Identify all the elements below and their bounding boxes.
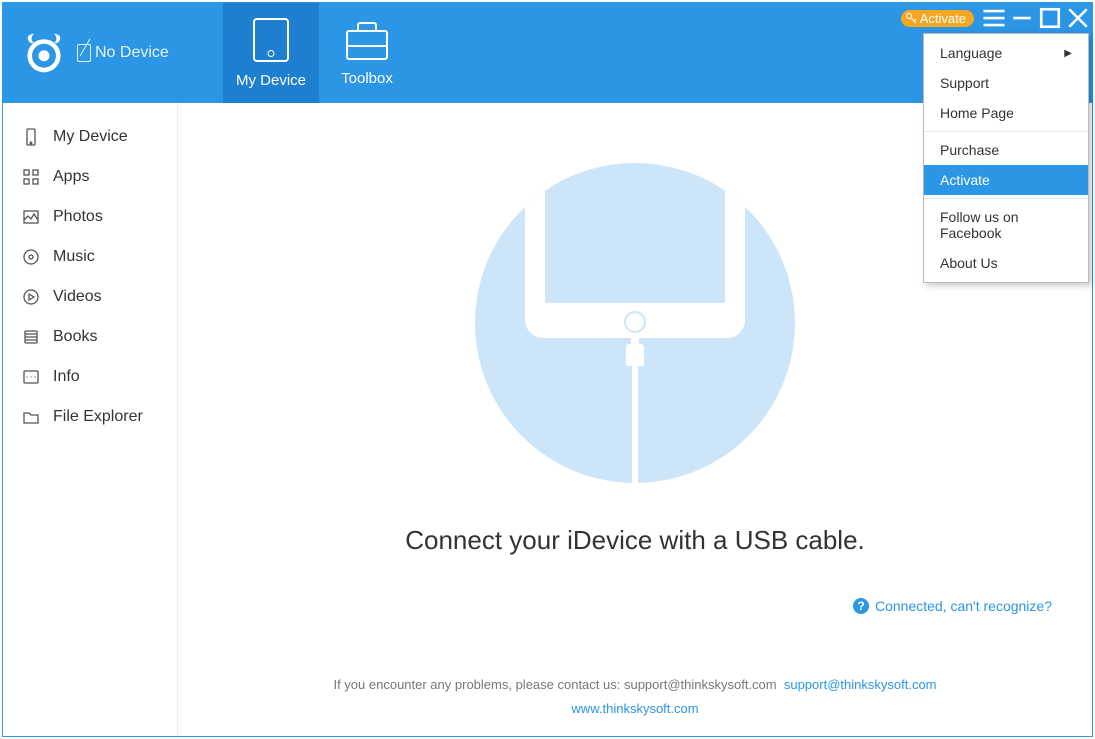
chevron-right-icon: ▶ bbox=[1064, 48, 1072, 59]
menu-item-label: Follow us on Facebook bbox=[940, 209, 1072, 241]
help-link-label: Connected, can't recognize? bbox=[875, 598, 1052, 614]
books-icon bbox=[21, 327, 41, 347]
menu-button[interactable] bbox=[980, 3, 1008, 33]
menu-item-language[interactable]: Language ▶ bbox=[924, 38, 1088, 68]
key-icon bbox=[905, 12, 917, 24]
no-device-icon bbox=[77, 44, 91, 62]
folder-icon bbox=[21, 407, 41, 427]
sidebar-item-music[interactable]: Music bbox=[3, 237, 177, 277]
menu-item-about[interactable]: About Us bbox=[924, 248, 1088, 278]
sidebar-item-label: File Explorer bbox=[53, 408, 143, 426]
menu-item-label: Purchase bbox=[940, 142, 999, 158]
recognize-help-link[interactable]: ? Connected, can't recognize? bbox=[853, 598, 1052, 614]
phone-graphic bbox=[525, 163, 745, 338]
connect-headline: Connect your iDevice with a USB cable. bbox=[405, 525, 865, 556]
menu-item-label: Home Page bbox=[940, 105, 1014, 121]
connect-illustration bbox=[475, 163, 795, 483]
device-icon bbox=[21, 127, 41, 147]
menu-item-label: About Us bbox=[940, 255, 998, 271]
tab-label: Toolbox bbox=[341, 70, 393, 87]
main-menu-dropdown: Language ▶ Support Home Page Purchase Ac… bbox=[923, 33, 1089, 283]
title-bar: No Device My Device Toolbox Activate Lan… bbox=[3, 3, 1092, 103]
sidebar-item-label: Info bbox=[53, 368, 80, 386]
sidebar-item-label: My Device bbox=[53, 128, 128, 146]
app-logo-icon bbox=[21, 30, 67, 76]
sidebar-item-apps[interactable]: Apps bbox=[3, 157, 177, 197]
logo-zone: No Device bbox=[3, 3, 223, 103]
minimize-button[interactable] bbox=[1008, 3, 1036, 33]
menu-separator bbox=[924, 131, 1088, 132]
menu-separator bbox=[924, 198, 1088, 199]
tab-toolbox[interactable]: Toolbox bbox=[319, 3, 415, 103]
videos-icon bbox=[21, 287, 41, 307]
maximize-icon bbox=[1036, 4, 1064, 32]
sidebar-item-photos[interactable]: Photos bbox=[3, 197, 177, 237]
menu-item-label: Language bbox=[940, 45, 1002, 61]
menu-item-homepage[interactable]: Home Page bbox=[924, 98, 1088, 128]
sidebar: My Device Apps Photos Music Videos Books… bbox=[3, 103, 178, 736]
footer-text: If you encounter any problems, please co… bbox=[333, 677, 776, 692]
menu-item-support[interactable]: Support bbox=[924, 68, 1088, 98]
sidebar-item-label: Books bbox=[53, 328, 97, 346]
phone-screen-graphic bbox=[545, 163, 725, 303]
header-tabs: My Device Toolbox bbox=[223, 3, 415, 103]
close-button[interactable] bbox=[1064, 3, 1092, 33]
support-email-link[interactable]: support@thinkskysoft.com bbox=[784, 677, 937, 692]
menu-item-activate[interactable]: Activate bbox=[924, 165, 1088, 195]
sidebar-item-books[interactable]: Books bbox=[3, 317, 177, 357]
footer: If you encounter any problems, please co… bbox=[178, 673, 1092, 722]
close-icon bbox=[1064, 4, 1092, 32]
tab-label: My Device bbox=[236, 72, 306, 89]
device-status-label: No Device bbox=[95, 44, 169, 62]
maximize-button[interactable] bbox=[1036, 3, 1064, 33]
home-button-graphic bbox=[624, 311, 646, 333]
tablet-icon bbox=[253, 18, 289, 62]
photos-icon bbox=[21, 207, 41, 227]
minimize-icon bbox=[1008, 4, 1036, 32]
sidebar-item-label: Music bbox=[53, 248, 95, 266]
sidebar-item-my-device[interactable]: My Device bbox=[3, 117, 177, 157]
info-icon bbox=[21, 367, 41, 387]
sidebar-item-label: Videos bbox=[53, 288, 102, 306]
apps-icon bbox=[21, 167, 41, 187]
hamburger-icon bbox=[980, 4, 1008, 32]
sidebar-item-label: Photos bbox=[53, 208, 103, 226]
window-controls: Activate bbox=[901, 3, 1092, 33]
menu-item-label: Activate bbox=[940, 172, 990, 188]
sidebar-item-videos[interactable]: Videos bbox=[3, 277, 177, 317]
device-status: No Device bbox=[77, 44, 169, 62]
sidebar-item-label: Apps bbox=[53, 168, 89, 186]
menu-item-facebook[interactable]: Follow us on Facebook bbox=[924, 202, 1088, 248]
website-link[interactable]: www.thinkskysoft.com bbox=[571, 701, 698, 716]
music-icon bbox=[21, 247, 41, 267]
cable-graphic bbox=[626, 344, 644, 483]
menu-item-purchase[interactable]: Purchase bbox=[924, 135, 1088, 165]
tab-my-device[interactable]: My Device bbox=[223, 3, 319, 103]
menu-item-label: Support bbox=[940, 75, 989, 91]
sidebar-item-file-explorer[interactable]: File Explorer bbox=[3, 397, 177, 437]
activate-button[interactable]: Activate bbox=[901, 10, 974, 27]
activate-button-label: Activate bbox=[920, 11, 966, 26]
sidebar-item-info[interactable]: Info bbox=[3, 357, 177, 397]
question-icon: ? bbox=[853, 598, 869, 614]
toolbox-icon bbox=[346, 30, 388, 60]
